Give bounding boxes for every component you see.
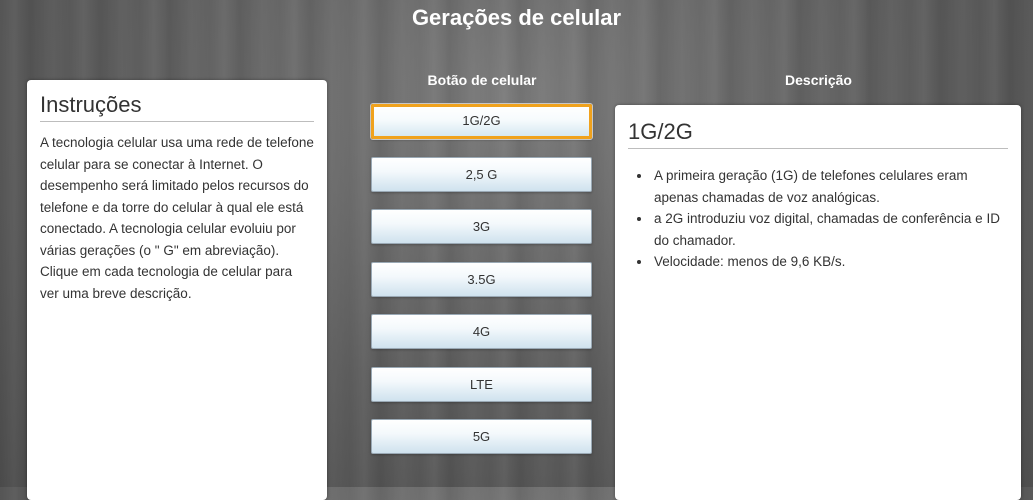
instructions-panel: Instruções A tecnologia celular usa uma …	[27, 80, 327, 500]
description-title: 1G/2G	[628, 119, 1008, 149]
cell-button-5g[interactable]: 5G	[371, 419, 592, 454]
description-panel: 1G/2G A primeira geração (1G) de telefon…	[615, 105, 1021, 500]
page-title: Gerações de celular	[411, 5, 622, 30]
cell-button-3-5g[interactable]: 3.5G	[371, 262, 592, 297]
description-item: a 2G introduziu voz digital, chamadas de…	[652, 208, 1008, 251]
description-column-heading: Descrição	[785, 72, 852, 88]
cell-button-3g[interactable]: 3G	[371, 209, 592, 244]
instructions-title: Instruções	[40, 92, 314, 122]
cell-button-1g-2g[interactable]: 1G/2G	[371, 104, 592, 139]
description-item: Velocidade: menos de 9,6 KB/s.	[652, 251, 1008, 273]
instructions-text: A tecnologia celular usa uma rede de tel…	[40, 135, 314, 301]
cell-button-lte[interactable]: LTE	[371, 367, 592, 402]
cell-button-2-5g[interactable]: 2,5 G	[371, 157, 592, 192]
cell-button-4g[interactable]: 4G	[371, 314, 592, 349]
description-list: A primeira geração (1G) de telefones cel…	[628, 159, 1008, 273]
buttons-column-heading: Botão de celular	[427, 72, 537, 88]
description-item: A primeira geração (1G) de telefones cel…	[652, 165, 1008, 208]
